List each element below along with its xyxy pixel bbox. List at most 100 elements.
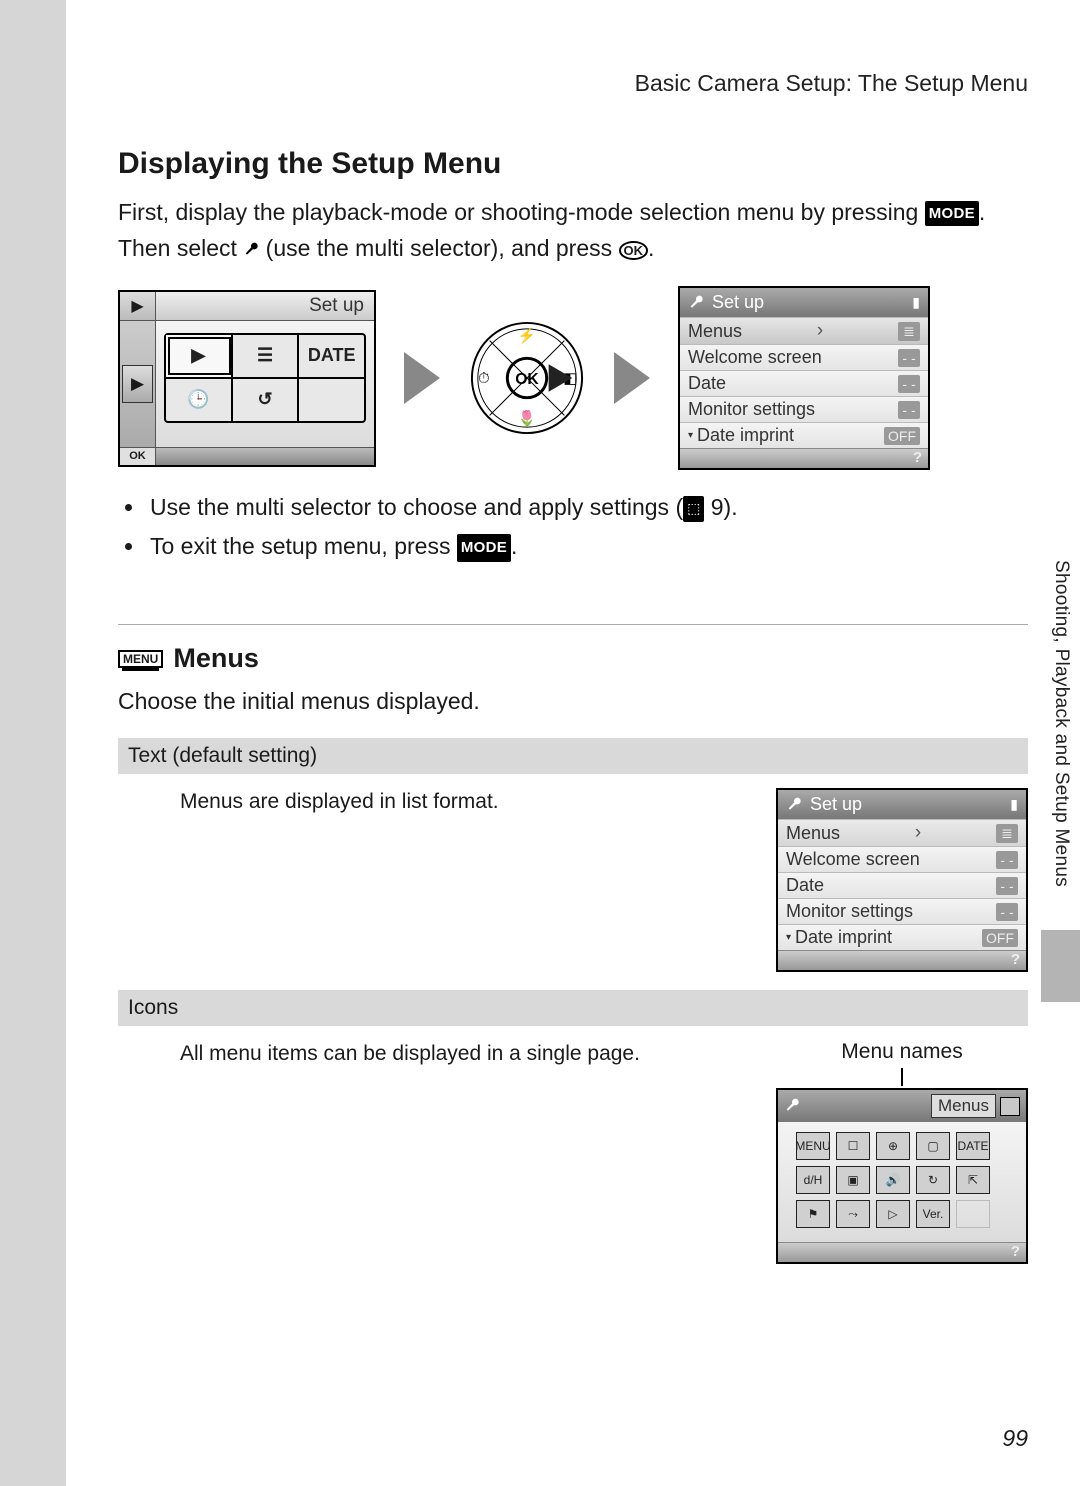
help-indicator: ?: [680, 448, 928, 468]
icon-cell: 🔊: [876, 1166, 910, 1194]
lcd-setup-icons: Menus MENU ☐ ⊕ ▢ DATE d/H: [776, 1088, 1028, 1264]
intro-text-1: First, display the playback-mode or shoo…: [118, 199, 925, 225]
manual-ref-icon: ⬚: [683, 496, 704, 522]
wrench-icon: [786, 797, 802, 813]
menu-row-welcome: Welcome screen - -: [778, 846, 1026, 872]
arrow-right-icon: [404, 352, 440, 404]
page-number: 99: [1002, 1425, 1028, 1452]
menu-row-value: - -: [996, 877, 1018, 895]
svg-text:🌷: 🌷: [518, 410, 536, 428]
lcd-mode-select: ▶ Set up ▶ ▶ ☰ DATE 🕒: [118, 290, 376, 467]
icon-cell: Ver.: [916, 1200, 950, 1228]
scroll-down-dot-icon: ▾: [786, 932, 791, 943]
icon-cell: ▷: [876, 1200, 910, 1228]
menu-row-value: - -: [898, 375, 920, 393]
heading-menus: MENU Menus: [118, 643, 1028, 674]
menu-row-welcome: Welcome screen - -: [680, 344, 928, 370]
wrench-icon: [688, 295, 704, 311]
lcd-setup-list: Set up ▮ Menus › ≣ Welcome screen - - Da…: [678, 286, 930, 470]
chevron-right-icon: ›: [907, 822, 929, 844]
menu-row-date-imprint: ▾ Date imprint OFF: [680, 422, 928, 448]
menu-row-label: Menus: [688, 321, 742, 342]
lcd-setup-list-example: Set up ▮ Menus › ≣ Welcome screen - - Da…: [776, 788, 1028, 972]
option-text-header: Text (default setting): [118, 738, 1028, 774]
menu-row-label: Date: [786, 875, 824, 896]
menu-row-value: - -: [996, 851, 1018, 869]
svg-text:⚡: ⚡: [518, 327, 536, 345]
icon-cell: ▢: [916, 1132, 950, 1160]
icon-cell: ⇱: [956, 1166, 990, 1194]
menu-row-label: Welcome screen: [688, 347, 822, 368]
option-text-desc: Menus are displayed in list format.: [180, 788, 746, 814]
option-icons-desc: All menu items can be displayed in a sin…: [180, 1040, 746, 1066]
menu-badge-icon: MENU: [118, 650, 163, 668]
icon-cell: ↻: [916, 1166, 950, 1194]
intro-text-4: .: [648, 235, 654, 261]
grid-cell-reset: ↺: [233, 379, 300, 421]
menu-row-value: OFF: [982, 929, 1018, 947]
menu-row-label: Date imprint: [795, 927, 892, 948]
lcd3-title-icon: [1000, 1097, 1020, 1116]
help-indicator: ?: [778, 1242, 1026, 1262]
icon-cell: ⤳: [836, 1200, 870, 1228]
option-icons-header: Icons: [118, 990, 1028, 1026]
menu-row-label: Date: [688, 373, 726, 394]
icon-cell: ⊕: [876, 1132, 910, 1160]
wrench-icon: [784, 1098, 800, 1114]
grid-cell-empty: [299, 379, 364, 421]
bullet-2: To exit the setup menu, press MODE.: [146, 527, 1028, 566]
icon-cell: MENU: [796, 1132, 830, 1160]
page-header-breadcrumb: Basic Camera Setup: The Setup Menu: [118, 70, 1028, 97]
menu-row-value: OFF: [884, 427, 920, 445]
ok-button-inline: OK: [619, 241, 649, 260]
menu-names-callout: Menu names: [776, 1040, 1028, 1064]
menu-row-menus: Menus › ≣: [680, 317, 928, 344]
menu-row-label: Date imprint: [697, 425, 794, 446]
icon-cell: ▣: [836, 1166, 870, 1194]
icon-cell: ☐: [836, 1132, 870, 1160]
menu-row-value-icon: ≣: [898, 322, 920, 341]
section-divider: [118, 624, 1028, 625]
dial-ok-label: OK: [515, 371, 539, 388]
menus-description: Choose the initial menus displayed.: [118, 684, 1028, 720]
playback-tab-icon: ▶: [120, 292, 156, 320]
mode-button-label-inline: MODE: [925, 201, 979, 226]
side-section-label: Shooting, Playback and Setup Menus: [1050, 560, 1072, 887]
figure-row: ▶ Set up ▶ ▶ ☰ DATE 🕒: [118, 286, 1028, 470]
menu-row-label: Monitor settings: [688, 399, 815, 420]
scroll-indicator-icon: ▮: [1010, 796, 1018, 813]
scroll-down-dot-icon: ▾: [688, 430, 693, 441]
menu-row-monitor: Monitor settings - -: [778, 898, 1026, 924]
side-playback-icon: ▶: [122, 365, 153, 403]
lcd1-ok-indicator: OK: [120, 448, 156, 465]
menu-row-value: - -: [996, 903, 1018, 921]
arrow-right-icon: [614, 352, 650, 404]
menu-row-monitor: Monitor settings - -: [680, 396, 928, 422]
menu-row-label: Monitor settings: [786, 901, 913, 922]
grid-cell-list: ☰: [233, 335, 300, 377]
menu-row-label: Menus: [786, 823, 840, 844]
multi-selector-diagram: OK ⚡ 🌷 ⏱ ◧: [468, 319, 586, 437]
callout-pointer: [901, 1068, 903, 1086]
lcd1-title: Set up: [156, 292, 374, 320]
help-indicator: ?: [778, 950, 1026, 970]
chevron-right-icon: ›: [809, 320, 831, 342]
menu-row-label: Welcome screen: [786, 849, 920, 870]
wrench-icon: [243, 242, 259, 258]
menu-row-date: Date - -: [778, 872, 1026, 898]
lcd2-title: Set up: [810, 794, 862, 815]
grid-cell-playback: ▶: [166, 335, 233, 377]
menu-row-value-icon: ≣: [996, 824, 1018, 843]
intro-paragraph: First, display the playback-mode or shoo…: [118, 195, 1028, 266]
menu-row-date-imprint: ▾ Date imprint OFF: [778, 924, 1026, 950]
icon-cell: ⚑: [796, 1200, 830, 1228]
instruction-bullets: Use the multi selector to choose and app…: [146, 488, 1028, 566]
menu-row-value: - -: [898, 401, 920, 419]
menu-row-menus: Menus › ≣: [778, 819, 1026, 846]
icon-cell-empty: [956, 1200, 990, 1228]
heading-displaying-setup-menu: Displaying the Setup Menu: [118, 147, 1028, 181]
lcd3-title: Menus: [931, 1094, 996, 1118]
grid-cell-date: DATE: [299, 335, 364, 377]
scroll-indicator-icon: ▮: [912, 294, 920, 311]
grid-cell-time: 🕒: [166, 379, 233, 421]
